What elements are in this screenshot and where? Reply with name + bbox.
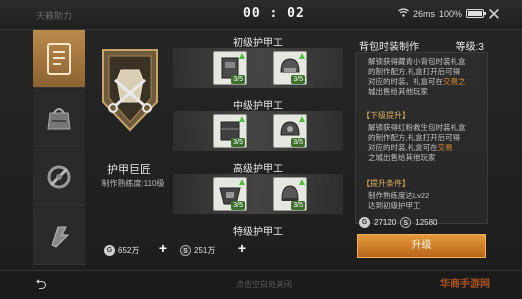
- next-line-text: 对应的时装,礼盒可在: [368, 143, 438, 152]
- upgrade-arrow-icon: [299, 179, 305, 185]
- upgrade-arrow-icon: [239, 116, 245, 122]
- craft-window: 天籁助力 00 : 02 26ms 100% ✕ 护甲巨匠 制作熟练度:110级…: [0, 0, 522, 299]
- tier-row: 3/5 3/5: [173, 174, 343, 214]
- detail-description-box: 解锁获得藏青小背包时装礼盒 的制作配方,礼盒打开后可得 对应的时装。礼盒可在交易…: [355, 52, 488, 224]
- tab-bag[interactable]: [33, 89, 85, 147]
- recipe-slot[interactable]: 3/5: [213, 114, 247, 148]
- battery-fill: [468, 11, 483, 16]
- tier-row: 3/5 3/5: [173, 111, 343, 151]
- app-title: 天籁助力: [36, 11, 73, 21]
- close-button[interactable]: ✕: [484, 6, 504, 26]
- top-bar: 天籁助力 00 : 02 26ms 100% ✕: [0, 0, 522, 30]
- gold-coin-icon: G: [104, 244, 115, 256]
- upgrade-arrow-icon: [239, 179, 245, 185]
- status-area: 26ms 100%: [398, 8, 487, 19]
- clock: 00 : 02: [243, 6, 305, 21]
- cost-gold: 27120: [374, 217, 397, 227]
- battery-icon: [466, 9, 487, 18]
- recipe-slot[interactable]: 3/5: [273, 114, 307, 148]
- armor-craft-icon: [47, 42, 71, 75]
- detail-title: 背包时装制作: [359, 42, 419, 53]
- upgrade-arrow-icon: [299, 116, 305, 122]
- desc-line: 对应的时装。礼盒可在交易之: [368, 77, 483, 87]
- desc-highlight: 交易之: [443, 77, 466, 86]
- back-button[interactable]: ⮌: [30, 275, 52, 293]
- plus-icon: +: [237, 240, 247, 256]
- profession-panel: 护甲巨匠 制作熟练度:110级: [85, 30, 173, 240]
- detail-panel: 背包时装制作 等级:3 解锁获得藏青小背包时装礼盒 的制作配方,礼盒打开后可得 …: [353, 34, 490, 262]
- desc-line-text: 对应的时装。礼盒可在: [368, 77, 443, 86]
- upgrade-button[interactable]: 升级: [357, 234, 486, 258]
- network-latency: 26ms: [413, 8, 436, 19]
- profession-name: 护甲巨匠: [107, 164, 151, 176]
- silver-coin-icon: S: [400, 216, 412, 228]
- recipe-slot[interactable]: 3/5: [273, 51, 307, 85]
- profession-level: 制作熟练度:110级: [101, 179, 165, 188]
- recipe-slot[interactable]: 3/5: [213, 177, 247, 211]
- current-effect: 解锁获得藏青小背包时装礼盒 的制作配方,礼盒打开后可得 对应的时装。礼盒可在交易…: [368, 57, 483, 97]
- close-icon: ✕: [486, 5, 502, 24]
- requirement-list: 制作熟练度达Lv22 达到初级护甲工: [368, 191, 483, 211]
- gold-amount: 652万: [118, 245, 140, 255]
- armor-smith-badge-icon: [102, 49, 158, 132]
- tier-label: 初级护甲工: [233, 38, 283, 49]
- battery-percent: 100%: [439, 8, 463, 19]
- category-tabs: [33, 30, 85, 270]
- desc-line: 城出售给其他玩家: [368, 87, 428, 96]
- gold-balance: G 652万: [104, 242, 139, 258]
- slot-count: 3/5: [291, 138, 305, 147]
- slot-count: 3/5: [291, 201, 305, 210]
- tool-craft-icon: [47, 165, 71, 188]
- slot-count: 3/5: [231, 75, 245, 84]
- recipe-slot[interactable]: 3/5: [213, 51, 247, 85]
- add-gold-button[interactable]: +: [156, 240, 170, 256]
- next-level-heading: 【下级提升】: [362, 111, 410, 120]
- next-line: 解锁获得红粉救生包时装礼盒: [368, 123, 466, 132]
- tier-label: 中级护甲工: [233, 101, 283, 112]
- upgrade-arrow-icon: [299, 53, 305, 59]
- wifi-icon: [398, 8, 409, 19]
- requirement-line: 达到初级护甲工: [368, 201, 421, 210]
- next-level-effect: 解锁获得红粉救生包时装礼盒 的制作配方,礼盒打开后可得 对应的时装,礼盒可在交易…: [368, 123, 483, 163]
- silver-balance: S 251万: [180, 242, 215, 258]
- silver-amount: 251万: [194, 245, 216, 255]
- back-arrow-icon: ⮌: [35, 276, 47, 292]
- cost-silver: 12580: [415, 217, 438, 227]
- bag-craft-icon: [47, 107, 71, 129]
- requirement-heading: 【提升条件】: [362, 179, 410, 188]
- tab-armor[interactable]: [33, 30, 85, 88]
- watermark: 华商手游网: [440, 279, 490, 290]
- gold-coin-icon: G: [359, 216, 370, 228]
- upgrade-cost: G 27120 S 12580: [359, 215, 438, 229]
- silver-coin-icon: S: [180, 244, 191, 256]
- bottom-bar: ⮌ 点击空白处关闭 华商手游网: [0, 270, 522, 299]
- slot-count: 3/5: [231, 138, 245, 147]
- tier-label: 特级护甲工: [233, 227, 283, 238]
- recipe-slot[interactable]: 3/5: [273, 177, 307, 211]
- upgrade-arrow-icon: [239, 53, 245, 59]
- add-silver-button[interactable]: +: [235, 240, 249, 256]
- requirement-line: 制作熟练度达Lv22: [368, 191, 430, 200]
- gear-craft-icon: [51, 226, 70, 248]
- close-hint: 点击空白处关闭: [236, 280, 292, 289]
- desc-line: 解锁获得藏青小背包时装礼盒: [368, 57, 466, 66]
- next-line: 的制作配方,礼盒打开后可得: [368, 133, 461, 142]
- next-line: 之城出售给其他玩家: [368, 153, 436, 162]
- plus-icon: +: [158, 240, 168, 256]
- tab-gear[interactable]: [33, 207, 85, 265]
- slot-count: 3/5: [291, 75, 305, 84]
- slot-count: 3/5: [231, 201, 245, 210]
- detail-level: 等级:3: [455, 42, 484, 53]
- tier-row: 3/5 3/5: [173, 48, 343, 88]
- desc-line: 的制作配方,礼盒打开后可得: [368, 67, 461, 76]
- tab-tools[interactable]: [33, 148, 85, 206]
- next-line: 对应的时装,礼盒可在交易: [368, 143, 483, 153]
- tier-label: 高级护甲工: [233, 164, 283, 175]
- next-highlight: 交易: [437, 143, 453, 152]
